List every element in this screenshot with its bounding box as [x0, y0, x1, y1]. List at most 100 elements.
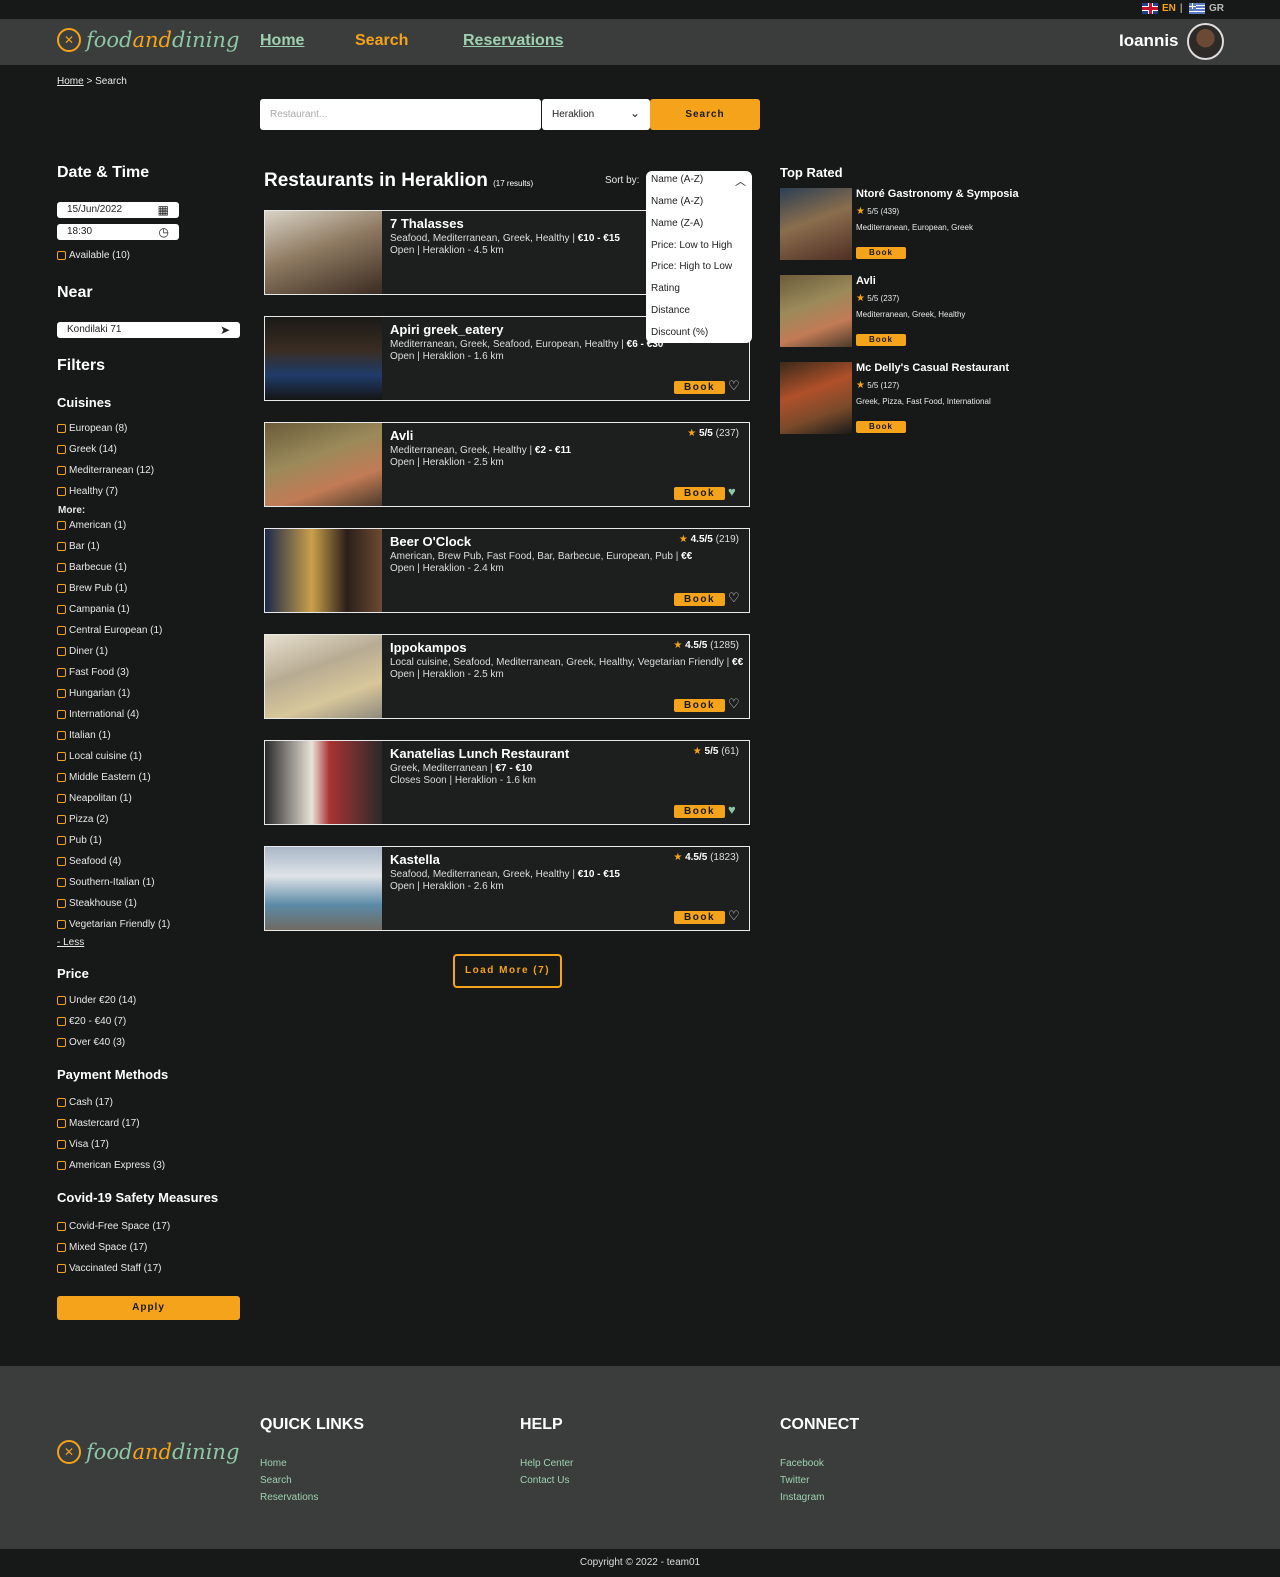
restaurant-photo[interactable] — [265, 423, 382, 506]
footer-link-search[interactable]: Search — [260, 1475, 292, 1486]
cuisine-checkbox[interactable]: Italian (1) — [57, 730, 111, 741]
cuisine-checkbox[interactable]: Campania (1) — [57, 604, 130, 615]
top-rated-photo[interactable] — [780, 188, 852, 260]
apply-button[interactable]: Apply — [57, 1296, 240, 1320]
sort-option[interactable]: Name (A-Z) — [646, 191, 752, 213]
cuisine-checkbox[interactable]: Hungarian (1) — [57, 688, 130, 699]
price-checkbox[interactable]: Over €40 (3) — [57, 1037, 125, 1048]
cuisine-checkbox[interactable]: Brew Pub (1) — [57, 583, 127, 594]
city-select[interactable]: Heraklion ⌄ — [542, 99, 650, 130]
restaurant-name[interactable]: Ippokampos — [390, 640, 467, 655]
cuisine-checkbox[interactable]: American (1) — [57, 520, 126, 531]
location-arrow-icon[interactable]: ➤ — [220, 323, 230, 337]
covid-checkbox[interactable]: Vaccinated Staff (17) — [57, 1263, 161, 1274]
cuisine-checkbox[interactable]: Greek (14) — [57, 444, 117, 455]
top-rated-name[interactable]: Mc Delly's Casual Restaurant — [856, 362, 1009, 374]
restaurant-card[interactable]: Ippokampos Local cuisine, Seafood, Medit… — [264, 634, 750, 719]
cuisine-checkbox[interactable]: Steakhouse (1) — [57, 898, 137, 909]
cuisine-checkbox[interactable]: Neapolitan (1) — [57, 793, 132, 804]
footer-brand-logo[interactable]: ✕ foodanddining — [57, 1440, 239, 1464]
book-button[interactable]: Book — [856, 334, 906, 346]
footer-link-home[interactable]: Home — [260, 1458, 287, 1469]
restaurant-photo[interactable] — [265, 847, 382, 930]
top-rated-item[interactable]: Avli ★ 5/5 (237) Mediterranean, Greek, H… — [780, 275, 1060, 348]
nav-reservations[interactable]: Reservations — [463, 32, 564, 50]
top-rated-item[interactable]: Ntoré Gastronomy & Symposia ★ 5/5 (439) … — [780, 188, 1060, 261]
covid-checkbox[interactable]: Mixed Space (17) — [57, 1242, 147, 1253]
price-checkbox[interactable]: €20 - €40 (7) — [57, 1016, 126, 1027]
footer-link-contact[interactable]: Contact Us — [520, 1475, 569, 1486]
restaurant-name[interactable]: Kanatelias Lunch Restaurant — [390, 746, 569, 761]
top-rated-photo[interactable] — [780, 275, 852, 347]
lang-en[interactable]: EN | — [1142, 3, 1183, 14]
cuisine-checkbox[interactable]: Vegetarian Friendly (1) — [57, 919, 170, 930]
top-rated-name[interactable]: Ntoré Gastronomy & Symposia — [856, 188, 1019, 200]
cuisine-checkbox[interactable]: Local cuisine (1) — [57, 751, 142, 762]
book-button[interactable]: Book — [674, 699, 725, 712]
footer-link-help-center[interactable]: Help Center — [520, 1458, 573, 1469]
date-field[interactable]: 15/Jun/2022 ▦ — [57, 202, 179, 218]
sort-option[interactable]: Discount (%) — [646, 322, 752, 344]
book-button[interactable]: Book — [856, 421, 906, 433]
restaurant-card[interactable]: Avli Mediterranean, Greek, Healthy | €2 … — [264, 422, 750, 507]
footer-link-instagram[interactable]: Instagram — [780, 1492, 824, 1503]
cuisine-checkbox[interactable]: Southern-Italian (1) — [57, 877, 155, 888]
calendar-icon[interactable]: ▦ — [158, 203, 169, 217]
restaurant-name[interactable]: Kastella — [390, 852, 440, 867]
restaurant-card[interactable]: Kastella Seafood, Mediterranean, Greek, … — [264, 846, 750, 931]
cuisine-checkbox[interactable]: International (4) — [57, 709, 139, 720]
restaurant-card[interactable]: Beer O'Clock American, Brew Pub, Fast Fo… — [264, 528, 750, 613]
nav-search[interactable]: Search — [355, 32, 408, 50]
restaurant-name[interactable]: Avli — [390, 428, 413, 443]
cuisine-checkbox[interactable]: Middle Eastern (1) — [57, 772, 151, 783]
clock-icon[interactable]: ◷ — [159, 225, 169, 239]
cuisine-checkbox[interactable]: Bar (1) — [57, 541, 100, 552]
footer-link-facebook[interactable]: Facebook — [780, 1458, 824, 1469]
payment-checkbox[interactable]: Cash (17) — [57, 1097, 113, 1108]
restaurant-photo[interactable] — [265, 741, 382, 824]
footer-link-reservations[interactable]: Reservations — [260, 1492, 318, 1503]
sort-option[interactable]: Name (Z-A) — [646, 213, 752, 235]
restaurant-photo[interactable] — [265, 317, 382, 400]
user-name[interactable]: Ioannis — [1119, 31, 1179, 51]
cuisine-checkbox[interactable]: Pizza (2) — [57, 814, 108, 825]
cuisine-checkbox[interactable]: Central European (1) — [57, 625, 162, 636]
footer-link-twitter[interactable]: Twitter — [780, 1475, 809, 1486]
search-input[interactable]: Restaurant... — [260, 99, 541, 130]
heart-icon[interactable]: ♡ — [728, 908, 740, 924]
cuisine-checkbox[interactable]: European (8) — [57, 423, 127, 434]
load-more-button[interactable]: Load More (7) — [453, 954, 562, 988]
brand-logo[interactable]: ✕ foodanddining — [57, 28, 239, 52]
book-button[interactable]: Book — [674, 487, 725, 500]
cuisine-checkbox[interactable]: Diner (1) — [57, 646, 108, 657]
cuisine-checkbox[interactable]: Barbecue (1) — [57, 562, 127, 573]
heart-icon[interactable]: ♡ — [728, 696, 740, 712]
less-link[interactable]: - Less — [57, 937, 84, 948]
restaurant-photo[interactable] — [265, 529, 382, 612]
restaurant-photo[interactable] — [265, 635, 382, 718]
sort-option[interactable]: Rating — [646, 278, 752, 300]
lang-gr[interactable]: GR — [1189, 3, 1224, 14]
search-button[interactable]: Search — [650, 99, 760, 130]
book-button[interactable]: Book — [674, 381, 725, 394]
price-checkbox[interactable]: Under €20 (14) — [57, 995, 136, 1006]
cuisine-checkbox[interactable]: Mediterranean (12) — [57, 465, 154, 476]
top-rated-item[interactable]: Mc Delly's Casual Restaurant ★ 5/5 (127)… — [780, 362, 1060, 435]
book-button[interactable]: Book — [674, 805, 725, 818]
time-field[interactable]: 18:30 ◷ — [57, 224, 179, 240]
payment-checkbox[interactable]: Visa (17) — [57, 1139, 109, 1150]
restaurant-name[interactable]: Apiri greek_eatery — [390, 322, 503, 337]
payment-checkbox[interactable]: American Express (3) — [57, 1160, 165, 1171]
available-checkbox[interactable]: Available (10) — [57, 250, 130, 261]
breadcrumb-home[interactable]: Home — [57, 76, 84, 87]
book-button[interactable]: Book — [674, 911, 725, 924]
heart-icon[interactable]: ♡ — [728, 590, 740, 606]
top-rated-name[interactable]: Avli — [856, 275, 876, 287]
book-button[interactable]: Book — [856, 247, 906, 259]
cuisine-checkbox[interactable]: Seafood (4) — [57, 856, 121, 867]
heart-icon[interactable]: ♡ — [728, 378, 740, 394]
cuisine-checkbox[interactable]: Pub (1) — [57, 835, 102, 846]
avatar[interactable] — [1187, 23, 1224, 60]
heart-icon[interactable]: ♥ — [728, 484, 736, 499]
nav-home[interactable]: Home — [260, 32, 304, 50]
